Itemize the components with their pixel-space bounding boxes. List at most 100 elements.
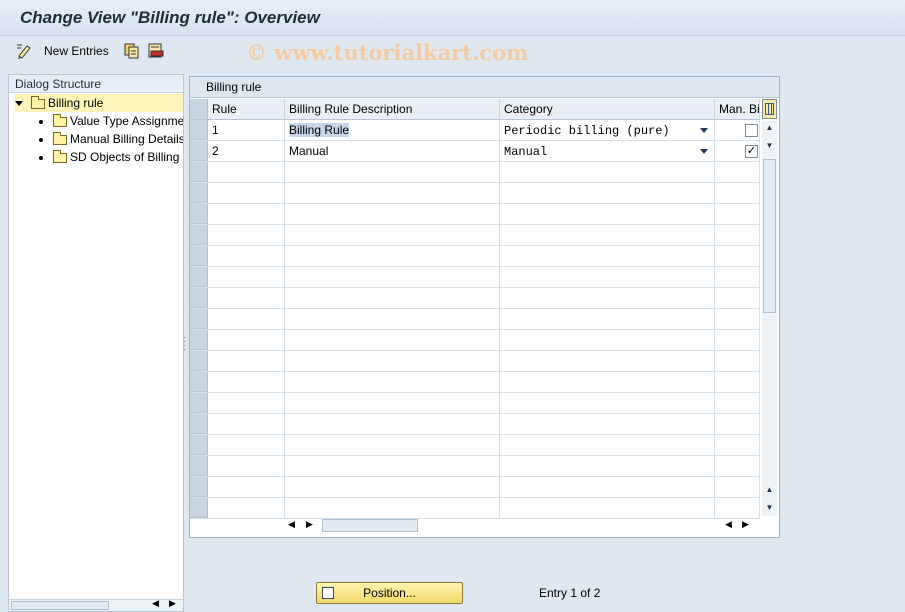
cell-category[interactable] — [500, 477, 715, 497]
column-header-category[interactable]: Category — [500, 99, 715, 120]
cell-category[interactable]: Manual — [500, 141, 715, 161]
cell-description[interactable] — [285, 477, 500, 497]
cell-rule[interactable] — [208, 309, 285, 329]
table-vertical-scrollbar[interactable]: ▲ ▼ ▲ ▼ — [762, 121, 777, 516]
table-row[interactable] — [190, 456, 760, 477]
table-row[interactable]: 1 Billing Rule Periodic billing (pure) — [190, 120, 760, 141]
cell-description[interactable] — [285, 288, 500, 308]
row-selector[interactable] — [190, 330, 208, 350]
column-header-description[interactable]: Billing Rule Description — [285, 99, 500, 120]
table-row[interactable] — [190, 183, 760, 204]
cell-category[interactable] — [500, 267, 715, 287]
cell-manual[interactable] — [715, 225, 760, 245]
table-row[interactable] — [190, 267, 760, 288]
row-selector[interactable] — [190, 225, 208, 245]
column-header-manual[interactable]: Man. Bil — [715, 99, 760, 120]
table-horizontal-scrollbar[interactable]: ◀ ▶ ◀ ▶ — [282, 517, 760, 533]
row-selector[interactable] — [190, 414, 208, 434]
cell-manual[interactable] — [715, 288, 760, 308]
row-selector[interactable] — [190, 141, 208, 161]
scroll-right-icon[interactable]: ▶ — [169, 598, 176, 609]
scroll-thumb[interactable] — [322, 519, 418, 532]
cell-description[interactable]: Manual — [285, 141, 500, 161]
scroll-right-end-icon[interactable]: ▶ — [742, 519, 749, 530]
cell-category[interactable] — [500, 204, 715, 224]
cell-category[interactable] — [500, 372, 715, 392]
cell-manual[interactable] — [715, 477, 760, 497]
cell-description[interactable] — [285, 204, 500, 224]
new-entries-button[interactable]: New Entries — [44, 44, 109, 58]
scroll-right-icon[interactable]: ▶ — [306, 519, 313, 530]
cell-manual[interactable] — [715, 414, 760, 434]
cell-manual[interactable] — [715, 435, 760, 455]
table-row[interactable]: 2 Manual Manual ✓ — [190, 141, 760, 162]
cell-description[interactable] — [285, 183, 500, 203]
cell-description[interactable] — [285, 225, 500, 245]
cell-description[interactable] — [285, 267, 500, 287]
cell-rule[interactable] — [208, 204, 285, 224]
cell-rule[interactable] — [208, 456, 285, 476]
row-selector[interactable] — [190, 120, 208, 140]
scroll-down-icon[interactable]: ▼ — [762, 501, 777, 515]
row-selector[interactable] — [190, 393, 208, 413]
cell-rule[interactable] — [208, 351, 285, 371]
cell-manual[interactable] — [715, 393, 760, 413]
cell-rule[interactable] — [208, 183, 285, 203]
cell-manual[interactable] — [715, 183, 760, 203]
scroll-left-icon[interactable]: ◀ — [152, 598, 159, 609]
table-row[interactable] — [190, 309, 760, 330]
table-row[interactable] — [190, 393, 760, 414]
cell-category[interactable] — [500, 225, 715, 245]
manual-checkbox[interactable]: ✓ — [745, 145, 758, 158]
dropdown-arrow-icon[interactable] — [700, 128, 708, 133]
cell-rule[interactable] — [208, 414, 285, 434]
scroll-thumb[interactable] — [763, 159, 776, 313]
table-row[interactable] — [190, 288, 760, 309]
row-selector[interactable] — [190, 456, 208, 476]
table-row[interactable] — [190, 498, 760, 519]
cell-category[interactable] — [500, 162, 715, 182]
scroll-thumb[interactable] — [11, 601, 109, 610]
copy-icon[interactable] — [123, 42, 141, 60]
cell-manual[interactable] — [715, 351, 760, 371]
cell-category[interactable] — [500, 393, 715, 413]
table-row[interactable] — [190, 246, 760, 267]
cell-rule[interactable] — [208, 477, 285, 497]
cell-manual[interactable] — [715, 120, 760, 140]
cell-manual[interactable] — [715, 246, 760, 266]
cell-manual[interactable] — [715, 498, 760, 518]
scroll-left-end-icon[interactable]: ◀ — [725, 519, 732, 530]
cell-description[interactable] — [285, 309, 500, 329]
tree-horizontal-scrollbar[interactable]: ◀ ▶ — [9, 598, 183, 611]
expand-icon[interactable] — [15, 101, 23, 107]
cell-manual[interactable] — [715, 330, 760, 350]
cell-manual[interactable]: ✓ — [715, 141, 760, 161]
cell-description[interactable] — [285, 456, 500, 476]
row-selector[interactable] — [190, 288, 208, 308]
tree-node-value-type[interactable]: Value Type Assignme — [39, 112, 183, 130]
tree-node-sd-objects[interactable]: SD Objects of Billing — [39, 148, 183, 166]
cell-rule[interactable] — [208, 225, 285, 245]
scroll-up-icon[interactable]: ▲ — [762, 121, 777, 135]
cell-manual[interactable] — [715, 309, 760, 329]
cell-description[interactable] — [285, 435, 500, 455]
cell-manual[interactable] — [715, 372, 760, 392]
cell-description[interactable] — [285, 246, 500, 266]
row-selector[interactable] — [190, 246, 208, 266]
cell-rule[interactable] — [208, 288, 285, 308]
tree-node-billing-rule[interactable]: Billing rule — [15, 94, 183, 112]
cell-rule[interactable] — [208, 435, 285, 455]
cell-rule[interactable] — [208, 393, 285, 413]
table-row[interactable] — [190, 477, 760, 498]
cell-manual[interactable] — [715, 267, 760, 287]
cell-category[interactable] — [500, 498, 715, 518]
table-row[interactable] — [190, 414, 760, 435]
cell-rule[interactable]: 1 — [208, 120, 285, 140]
select-all-cell[interactable] — [190, 99, 208, 120]
cell-rule[interactable] — [208, 372, 285, 392]
table-row[interactable] — [190, 330, 760, 351]
table-row[interactable] — [190, 162, 760, 183]
cell-description[interactable] — [285, 414, 500, 434]
cell-manual[interactable] — [715, 204, 760, 224]
cell-rule[interactable] — [208, 498, 285, 518]
